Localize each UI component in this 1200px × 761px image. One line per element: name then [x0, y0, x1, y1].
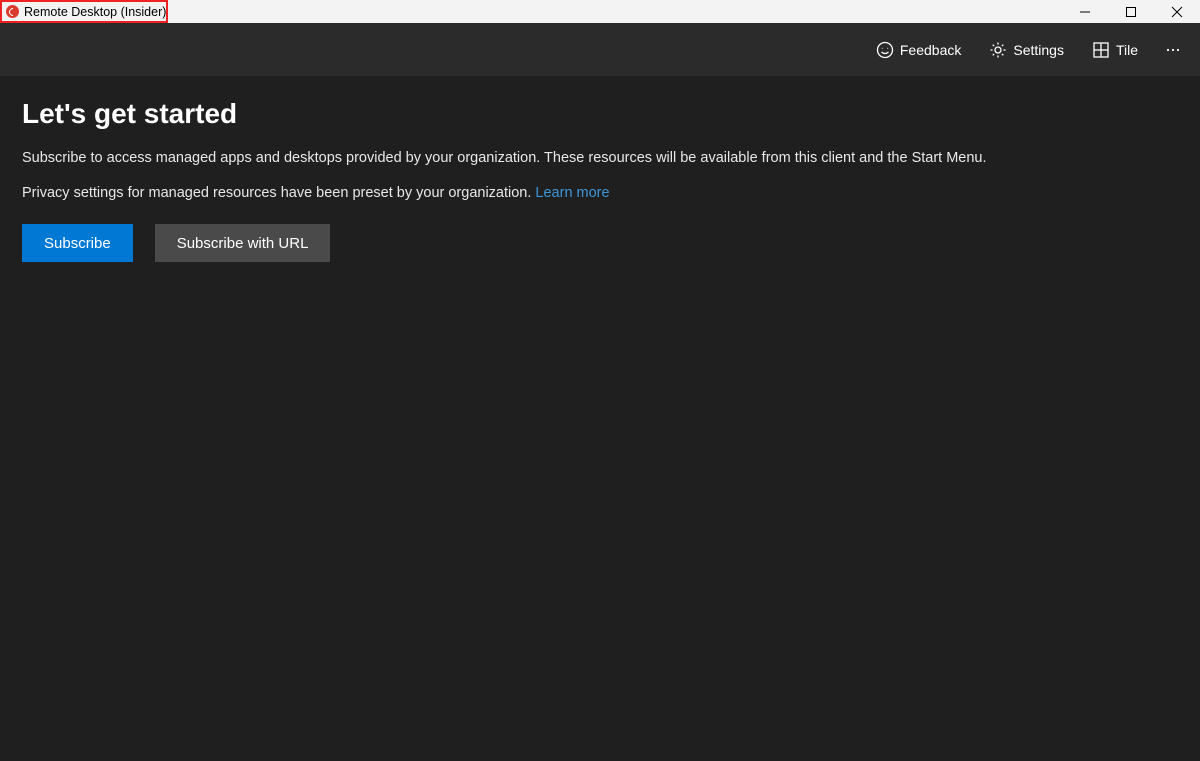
remote-desktop-icon — [6, 5, 19, 18]
maximize-button[interactable] — [1108, 0, 1154, 23]
tile-button[interactable]: Tile — [1078, 23, 1152, 76]
learn-more-link[interactable]: Learn more — [535, 185, 609, 201]
gear-icon — [989, 41, 1007, 59]
ellipsis-icon — [1164, 41, 1182, 59]
subscribe-button[interactable]: Subscribe — [22, 224, 133, 262]
feedback-button[interactable]: Feedback — [862, 23, 975, 76]
maximize-icon — [1125, 6, 1137, 18]
smiley-icon — [876, 41, 894, 59]
window-title: Remote Desktop (Insider) — [24, 5, 166, 19]
more-button[interactable] — [1152, 23, 1194, 76]
tile-label: Tile — [1116, 42, 1138, 58]
window-controls — [1062, 0, 1200, 23]
title-bar: Remote Desktop (Insider) — [0, 0, 1200, 23]
title-bar-left-highlight: Remote Desktop (Insider) — [0, 0, 168, 23]
page-title: Let's get started — [22, 98, 1178, 130]
tile-icon — [1092, 41, 1110, 59]
close-button[interactable] — [1154, 0, 1200, 23]
command-bar: Feedback Settings Tile — [0, 23, 1200, 76]
privacy-text: Privacy settings for managed resources h… — [22, 185, 535, 201]
button-row: Subscribe Subscribe with URL — [22, 224, 1178, 262]
minimize-icon — [1079, 6, 1091, 18]
main-content: Let's get started Subscribe to access ma… — [0, 76, 1200, 262]
feedback-label: Feedback — [900, 42, 961, 58]
intro-paragraph: Subscribe to access managed apps and des… — [22, 148, 1178, 169]
subscribe-with-url-button[interactable]: Subscribe with URL — [155, 224, 331, 262]
settings-label: Settings — [1013, 42, 1064, 58]
settings-button[interactable]: Settings — [975, 23, 1078, 76]
minimize-button[interactable] — [1062, 0, 1108, 23]
privacy-paragraph: Privacy settings for managed resources h… — [22, 183, 1178, 204]
close-icon — [1171, 6, 1183, 18]
